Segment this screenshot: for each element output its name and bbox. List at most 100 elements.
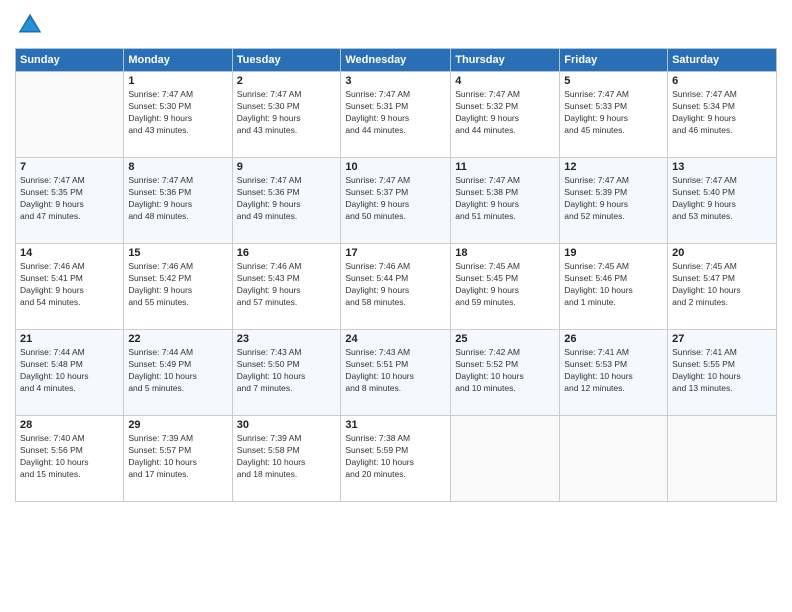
calendar-cell: 23Sunrise: 7:43 AMSunset: 5:50 PMDayligh… [232, 330, 341, 416]
day-number: 7 [20, 161, 119, 173]
day-number: 9 [237, 161, 337, 173]
calendar-cell: 26 Sunrise: 7:41 AMSunset: 5:53 PMDayligh… [560, 330, 668, 416]
calendar-cell: 17 Sunrise: 7:46 AMSunset: 5:44 PMDayligh… [341, 244, 451, 330]
day-number: 3 [345, 75, 446, 87]
day-number: 20 [672, 247, 772, 259]
day-info: Sunrise: 7:47 AMSunset: 5:34 PMDaylight:… [672, 89, 772, 137]
day-header-sunday: Sunday [16, 49, 124, 72]
calendar-table: SundayMondayTuesdayWednesdayThursdayFrid… [15, 48, 777, 502]
calendar-cell: 15 Sunrise: 7:46 AMSunset: 5:42 PMDayligh… [124, 244, 232, 330]
calendar-cell: 20 Sunrise: 7:45 AMSunset: 5:47 PMDayligh… [668, 244, 777, 330]
day-header-friday: Friday [560, 49, 668, 72]
day-info: Sunrise: 7:47 AMSunset: 5:35 PMDaylight:… [20, 175, 119, 223]
day-info: Sunrise: 7:47 AMSunset: 5:40 PMDaylight:… [672, 175, 772, 223]
day-info: Sunrise: 7:46 AMSunset: 5:44 PMDaylight:… [345, 261, 446, 309]
day-header-monday: Monday [124, 49, 232, 72]
calendar-cell: 19 Sunrise: 7:45 AMSunset: 5:46 PMDayligh… [560, 244, 668, 330]
day-number: 8 [128, 161, 227, 173]
calendar-cell: 21Sunrise: 7:44 AMSunset: 5:48 PMDayligh… [16, 330, 124, 416]
day-info: Sunrise: 7:46 AMSunset: 5:42 PMDaylight:… [128, 261, 227, 309]
week-row-1: 1 Sunrise: 7:47 AMSunset: 5:30 PMDaylight… [16, 72, 777, 158]
day-info: Sunrise: 7:47 AMSunset: 5:30 PMDaylight:… [237, 89, 337, 137]
day-number: 24 [345, 333, 446, 345]
day-number: 16 [237, 247, 337, 259]
day-info: Sunrise: 7:39 AMSunset: 5:57 PMDaylight:… [128, 433, 227, 481]
calendar-cell: 10Sunrise: 7:47 AMSunset: 5:37 PMDayligh… [341, 158, 451, 244]
day-info: Sunrise: 7:47 AMSunset: 5:32 PMDaylight:… [455, 89, 555, 137]
page: SundayMondayTuesdayWednesdayThursdayFrid… [0, 0, 792, 612]
day-info: Sunrise: 7:47 AMSunset: 5:31 PMDaylight:… [345, 89, 446, 137]
week-row-5: 28Sunrise: 7:40 AMSunset: 5:56 PMDayligh… [16, 416, 777, 502]
day-info: Sunrise: 7:47 AMSunset: 5:36 PMDaylight:… [237, 175, 337, 223]
day-number: 2 [237, 75, 337, 87]
day-number: 13 [672, 161, 772, 173]
day-number: 11 [455, 161, 555, 173]
calendar-cell: 13 Sunrise: 7:47 AMSunset: 5:40 PMDayligh… [668, 158, 777, 244]
day-number: 27 [672, 333, 772, 345]
day-info: Sunrise: 7:41 AMSunset: 5:53 PMDaylight:… [564, 347, 663, 395]
day-number: 14 [20, 247, 119, 259]
day-number: 15 [128, 247, 227, 259]
calendar-cell: 2 Sunrise: 7:47 AMSunset: 5:30 PMDaylight… [232, 72, 341, 158]
day-number: 5 [564, 75, 663, 87]
week-row-3: 14 Sunrise: 7:46 AMSunset: 5:41 PMDayligh… [16, 244, 777, 330]
day-info: Sunrise: 7:47 AMSunset: 5:33 PMDaylight:… [564, 89, 663, 137]
calendar-cell: 11 Sunrise: 7:47 AMSunset: 5:38 PMDayligh… [451, 158, 560, 244]
day-number: 18 [455, 247, 555, 259]
day-number: 22 [128, 333, 227, 345]
calendar-cell: 1Sunrise: 7:47 AMSunset: 5:30 PMDaylight… [124, 72, 232, 158]
calendar-cell [668, 416, 777, 502]
calendar-cell: 27 Sunrise: 7:41 AMSunset: 5:55 PMDayligh… [668, 330, 777, 416]
calendar-cell: 31 Sunrise: 7:38 AMSunset: 5:59 PMDayligh… [341, 416, 451, 502]
header [15, 10, 777, 40]
day-number: 26 [564, 333, 663, 345]
logo [15, 10, 49, 40]
day-header-wednesday: Wednesday [341, 49, 451, 72]
day-info: Sunrise: 7:45 AMSunset: 5:46 PMDaylight:… [564, 261, 663, 309]
day-number: 31 [345, 419, 446, 431]
calendar-cell: 24 Sunrise: 7:43 AMSunset: 5:51 PMDayligh… [341, 330, 451, 416]
calendar-cell [560, 416, 668, 502]
calendar-cell: 7 Sunrise: 7:47 AMSunset: 5:35 PMDaylight… [16, 158, 124, 244]
calendar-cell: 3 Sunrise: 7:47 AMSunset: 5:31 PMDaylight… [341, 72, 451, 158]
calendar-cell: 16 Sunrise: 7:46 AMSunset: 5:43 PMDayligh… [232, 244, 341, 330]
day-info: Sunrise: 7:38 AMSunset: 5:59 PMDaylight:… [345, 433, 446, 481]
calendar-cell: 28Sunrise: 7:40 AMSunset: 5:56 PMDayligh… [16, 416, 124, 502]
day-info: Sunrise: 7:42 AMSunset: 5:52 PMDaylight:… [455, 347, 555, 395]
day-number: 19 [564, 247, 663, 259]
day-info: Sunrise: 7:45 AMSunset: 5:47 PMDaylight:… [672, 261, 772, 309]
day-number: 29 [128, 419, 227, 431]
calendar-cell: 18 Sunrise: 7:45 AMSunset: 5:45 PMDayligh… [451, 244, 560, 330]
day-info: Sunrise: 7:45 AMSunset: 5:45 PMDaylight:… [455, 261, 555, 309]
day-number: 23 [237, 333, 337, 345]
day-header-tuesday: Tuesday [232, 49, 341, 72]
calendar-cell [16, 72, 124, 158]
calendar-cell: 5 Sunrise: 7:47 AMSunset: 5:33 PMDaylight… [560, 72, 668, 158]
day-info: Sunrise: 7:46 AMSunset: 5:43 PMDaylight:… [237, 261, 337, 309]
calendar-cell: 25 Sunrise: 7:42 AMSunset: 5:52 PMDayligh… [451, 330, 560, 416]
day-number: 25 [455, 333, 555, 345]
day-info: Sunrise: 7:39 AMSunset: 5:58 PMDaylight:… [237, 433, 337, 481]
day-info: Sunrise: 7:44 AMSunset: 5:49 PMDaylight:… [128, 347, 227, 395]
day-info: Sunrise: 7:47 AMSunset: 5:36 PMDaylight:… [128, 175, 227, 223]
calendar-cell: 30Sunrise: 7:39 AMSunset: 5:58 PMDayligh… [232, 416, 341, 502]
day-info: Sunrise: 7:41 AMSunset: 5:55 PMDaylight:… [672, 347, 772, 395]
calendar-cell: 22 Sunrise: 7:44 AMSunset: 5:49 PMDayligh… [124, 330, 232, 416]
day-info: Sunrise: 7:43 AMSunset: 5:51 PMDaylight:… [345, 347, 446, 395]
day-header-thursday: Thursday [451, 49, 560, 72]
day-number: 17 [345, 247, 446, 259]
calendar-cell: 6Sunrise: 7:47 AMSunset: 5:34 PMDaylight… [668, 72, 777, 158]
calendar-cell: 29 Sunrise: 7:39 AMSunset: 5:57 PMDayligh… [124, 416, 232, 502]
week-row-4: 21Sunrise: 7:44 AMSunset: 5:48 PMDayligh… [16, 330, 777, 416]
logo-icon [15, 10, 45, 40]
day-number: 4 [455, 75, 555, 87]
day-number: 28 [20, 419, 119, 431]
day-info: Sunrise: 7:47 AMSunset: 5:37 PMDaylight:… [345, 175, 446, 223]
day-header-saturday: Saturday [668, 49, 777, 72]
day-info: Sunrise: 7:44 AMSunset: 5:48 PMDaylight:… [20, 347, 119, 395]
week-row-2: 7 Sunrise: 7:47 AMSunset: 5:35 PMDaylight… [16, 158, 777, 244]
day-number: 1 [128, 75, 227, 87]
day-info: Sunrise: 7:47 AMSunset: 5:38 PMDaylight:… [455, 175, 555, 223]
calendar-cell: 14 Sunrise: 7:46 AMSunset: 5:41 PMDayligh… [16, 244, 124, 330]
day-info: Sunrise: 7:46 AMSunset: 5:41 PMDaylight:… [20, 261, 119, 309]
